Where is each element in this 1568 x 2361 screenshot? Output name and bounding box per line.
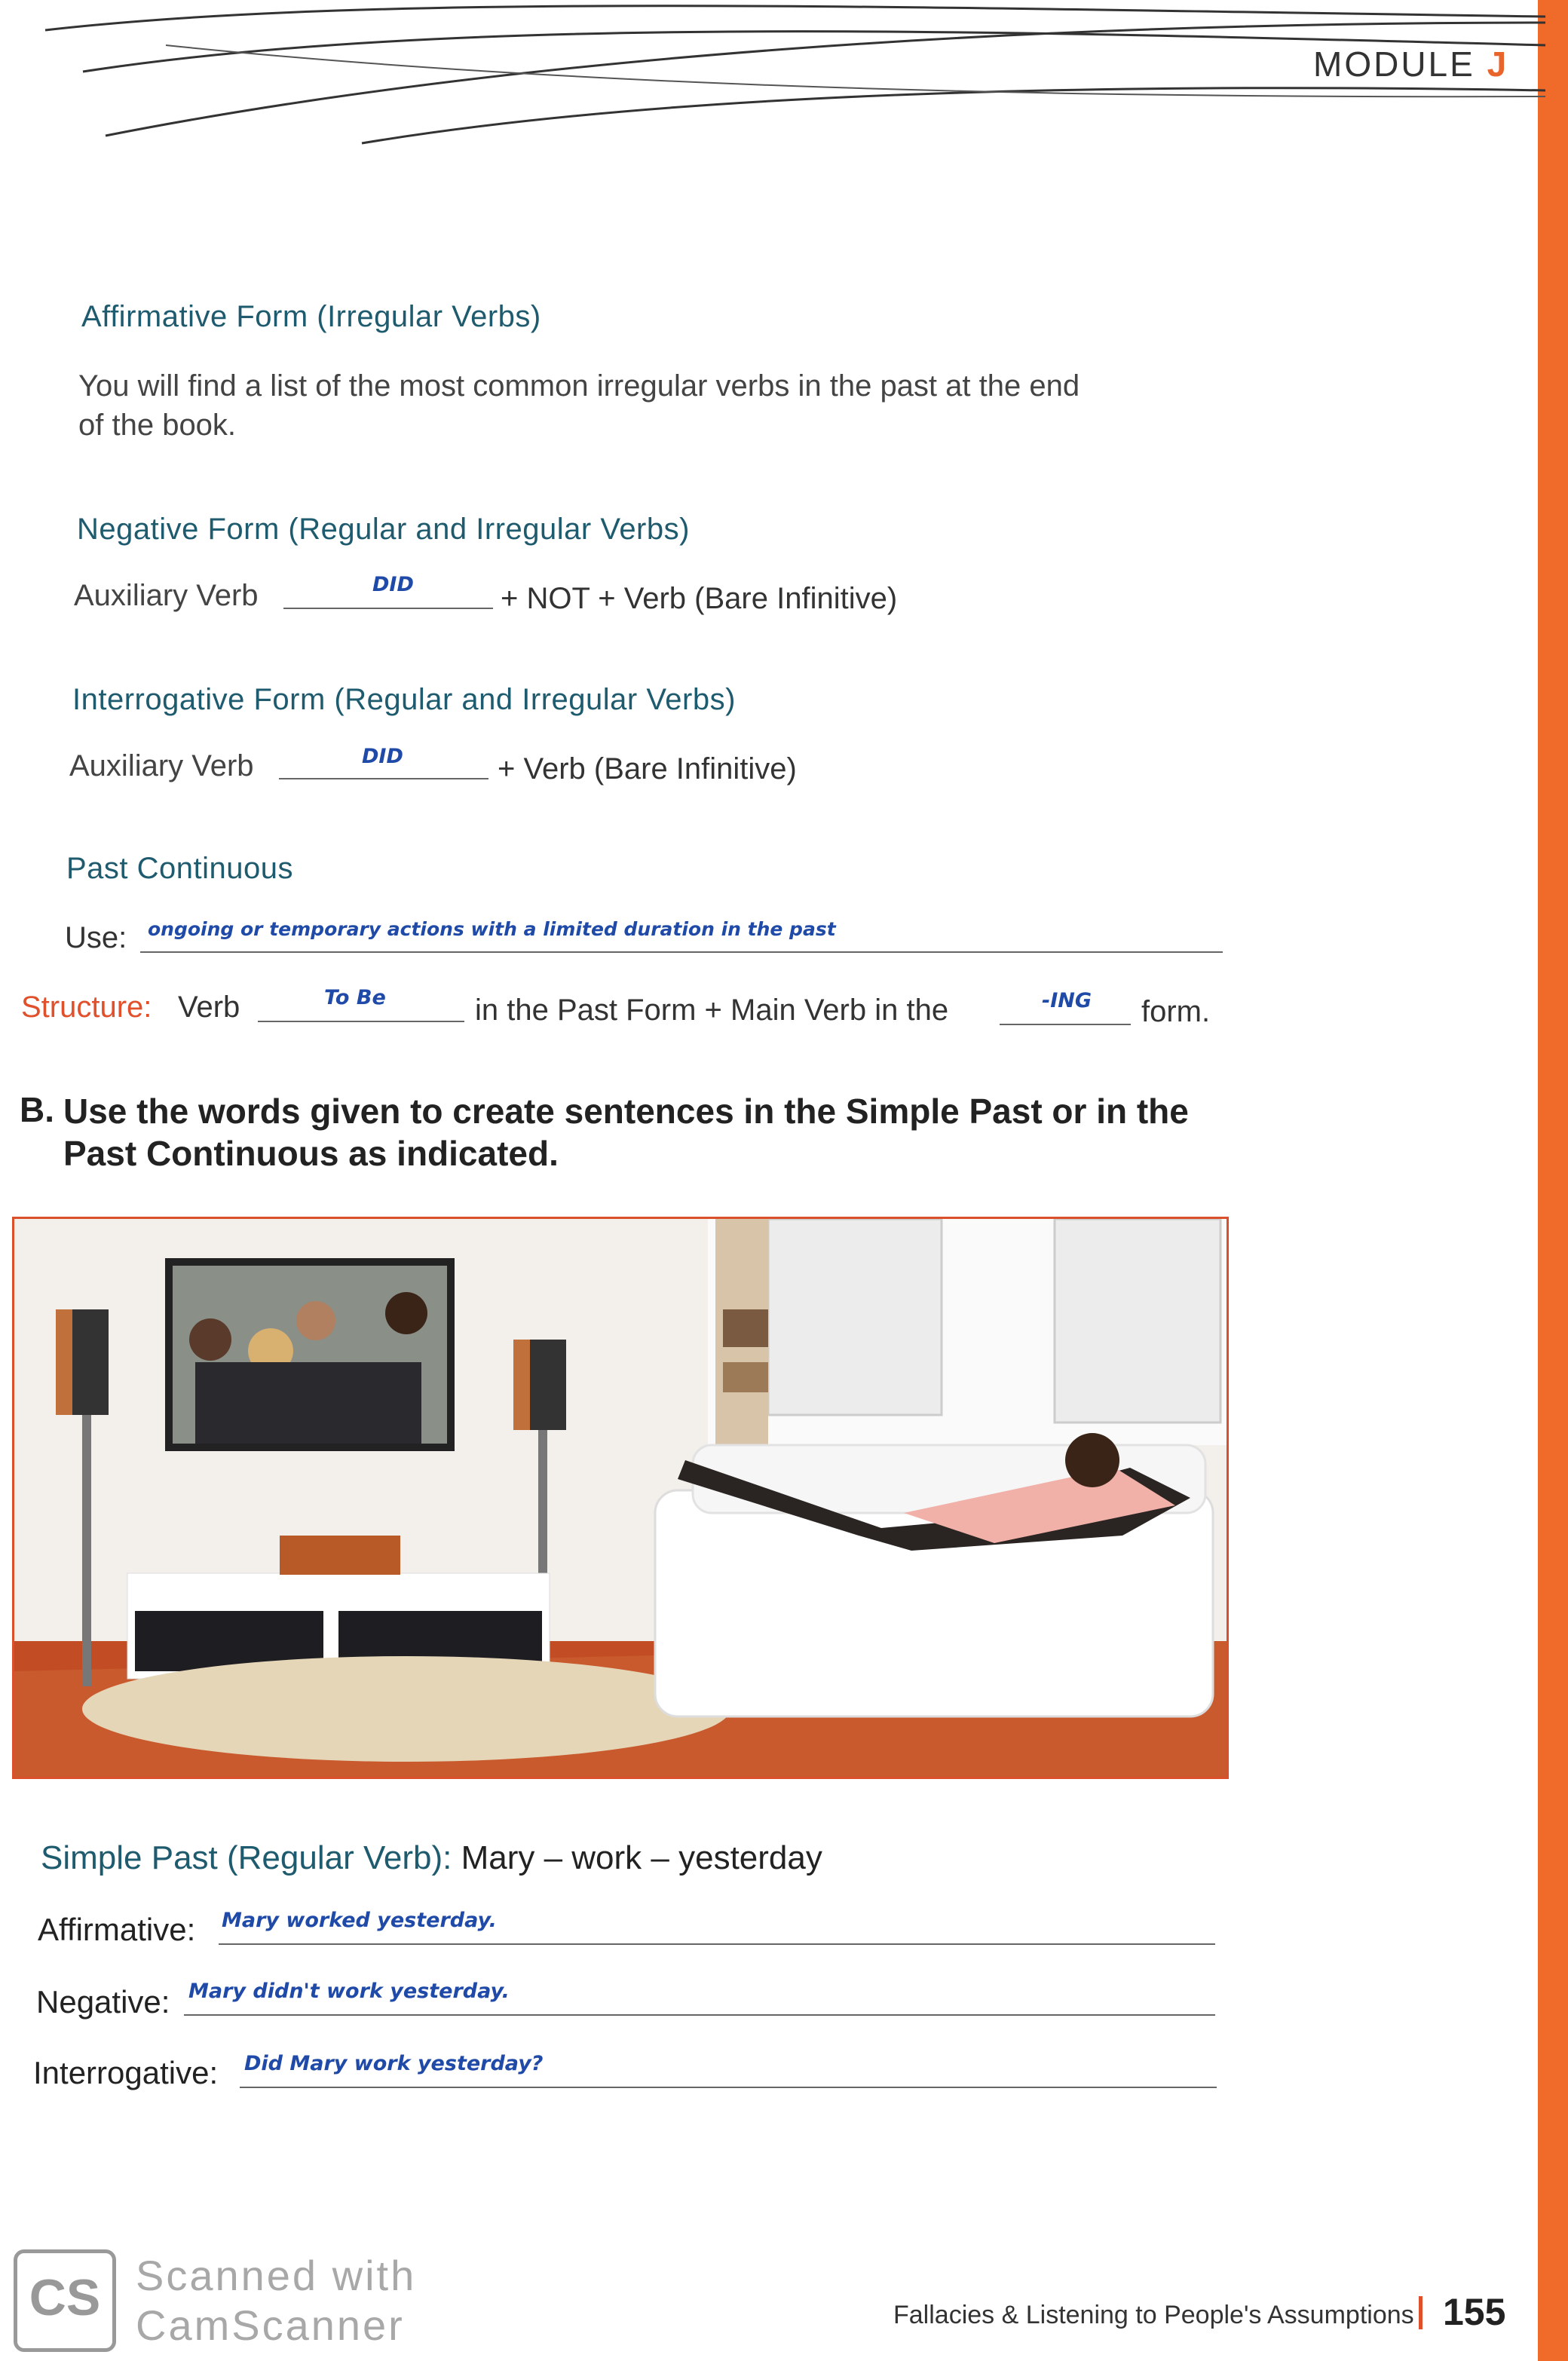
past-continuous-heading: Past Continuous (66, 852, 294, 885)
interrogative-heading: Interrogative Form (Regular and Irregula… (72, 683, 736, 716)
negative-suffix: + NOT + Verb (Bare Infinitive) (501, 582, 898, 615)
affirmative-irregular-heading: Affirmative Form (Irregular Verbs) (81, 300, 541, 333)
module-letter: J (1487, 44, 1509, 84)
camscanner-logo: CS (14, 2249, 116, 2352)
negative-heading: Negative Form (Regular and Irregular Ver… (77, 513, 690, 546)
structure-text-end: form. (1141, 995, 1211, 1028)
structure-label: Structure: (21, 991, 152, 1024)
negative-prefix: Auxiliary Verb (74, 579, 259, 612)
negative-answer-blank[interactable] (283, 608, 493, 609)
page-edge-orange-bar (1538, 0, 1568, 2361)
footer-separator (1419, 2296, 1423, 2329)
interrogative-suffix: + Verb (Bare Infinitive) (498, 752, 797, 785)
affirmative-answer: Mary worked yesterday. (222, 1909, 497, 1932)
negative-answer: DID (372, 573, 414, 596)
simple-past-prompt-words: Mary – work – yesterday (461, 1839, 822, 1876)
affirmative-answer-blank[interactable] (219, 1943, 1215, 1945)
structure-answer2: -ING (1042, 989, 1092, 1012)
affirmative-label: Affirmative: (38, 1912, 196, 1947)
negative-answer-blank-2[interactable] (184, 2014, 1215, 2016)
simple-past-prompt: Simple Past (Regular Verb): Mary – work … (41, 1839, 822, 1877)
page-number: 155 (1443, 2291, 1506, 2333)
camscanner-line2: CamScanner (136, 2301, 405, 2349)
interrogative-answer-blank-2[interactable] (240, 2087, 1217, 2088)
living-room-photo (12, 1217, 1229, 1779)
interrogative-prefix: Auxiliary Verb (69, 749, 254, 782)
negative-label: Negative: (36, 1984, 170, 2020)
structure-text-verb: Verb (178, 991, 240, 1024)
past-continuous-use-blank[interactable] (140, 951, 1223, 953)
interrogative-answer-2: Did Mary work yesterday? (244, 2052, 544, 2075)
footer-chapter-title: Fallacies & Listening to People's Assump… (893, 2301, 1414, 2329)
camscanner-line1: Scanned with (136, 2252, 417, 2299)
exercise-b-letter: B. (20, 1090, 54, 1129)
structure-answer1: To Be (324, 986, 386, 1009)
affirmative-irregular-text-line2: of the book. (78, 409, 237, 442)
interrogative-answer-blank[interactable] (279, 778, 488, 779)
simple-past-prompt-label: Simple Past (Regular Verb): (41, 1839, 452, 1876)
past-continuous-use-label: Use: (65, 921, 127, 954)
structure-answer2-blank[interactable] (1000, 1024, 1131, 1025)
negative-answer-2: Mary didn't work yesterday. (188, 1980, 510, 2003)
module-label: MODULE J (1313, 44, 1509, 84)
exercise-b-instruction-line2: Past Continuous as indicated. (63, 1134, 559, 1173)
past-continuous-use-answer: ongoing or temporary actions with a limi… (148, 918, 836, 940)
living-room-illustration (14, 1219, 1227, 1777)
structure-text-middle: in the Past Form + Main Verb in the (475, 994, 949, 1027)
structure-answer1-blank[interactable] (258, 1021, 464, 1022)
affirmative-irregular-text-line1: You will find a list of the most common … (78, 369, 1080, 403)
interrogative-answer: DID (362, 745, 403, 768)
camscanner-watermark: Scanned with CamScanner (136, 2251, 416, 2350)
interrogative-label: Interrogative: (33, 2055, 219, 2090)
exercise-b-instruction-line1: Use the words given to create sentences … (63, 1092, 1189, 1131)
